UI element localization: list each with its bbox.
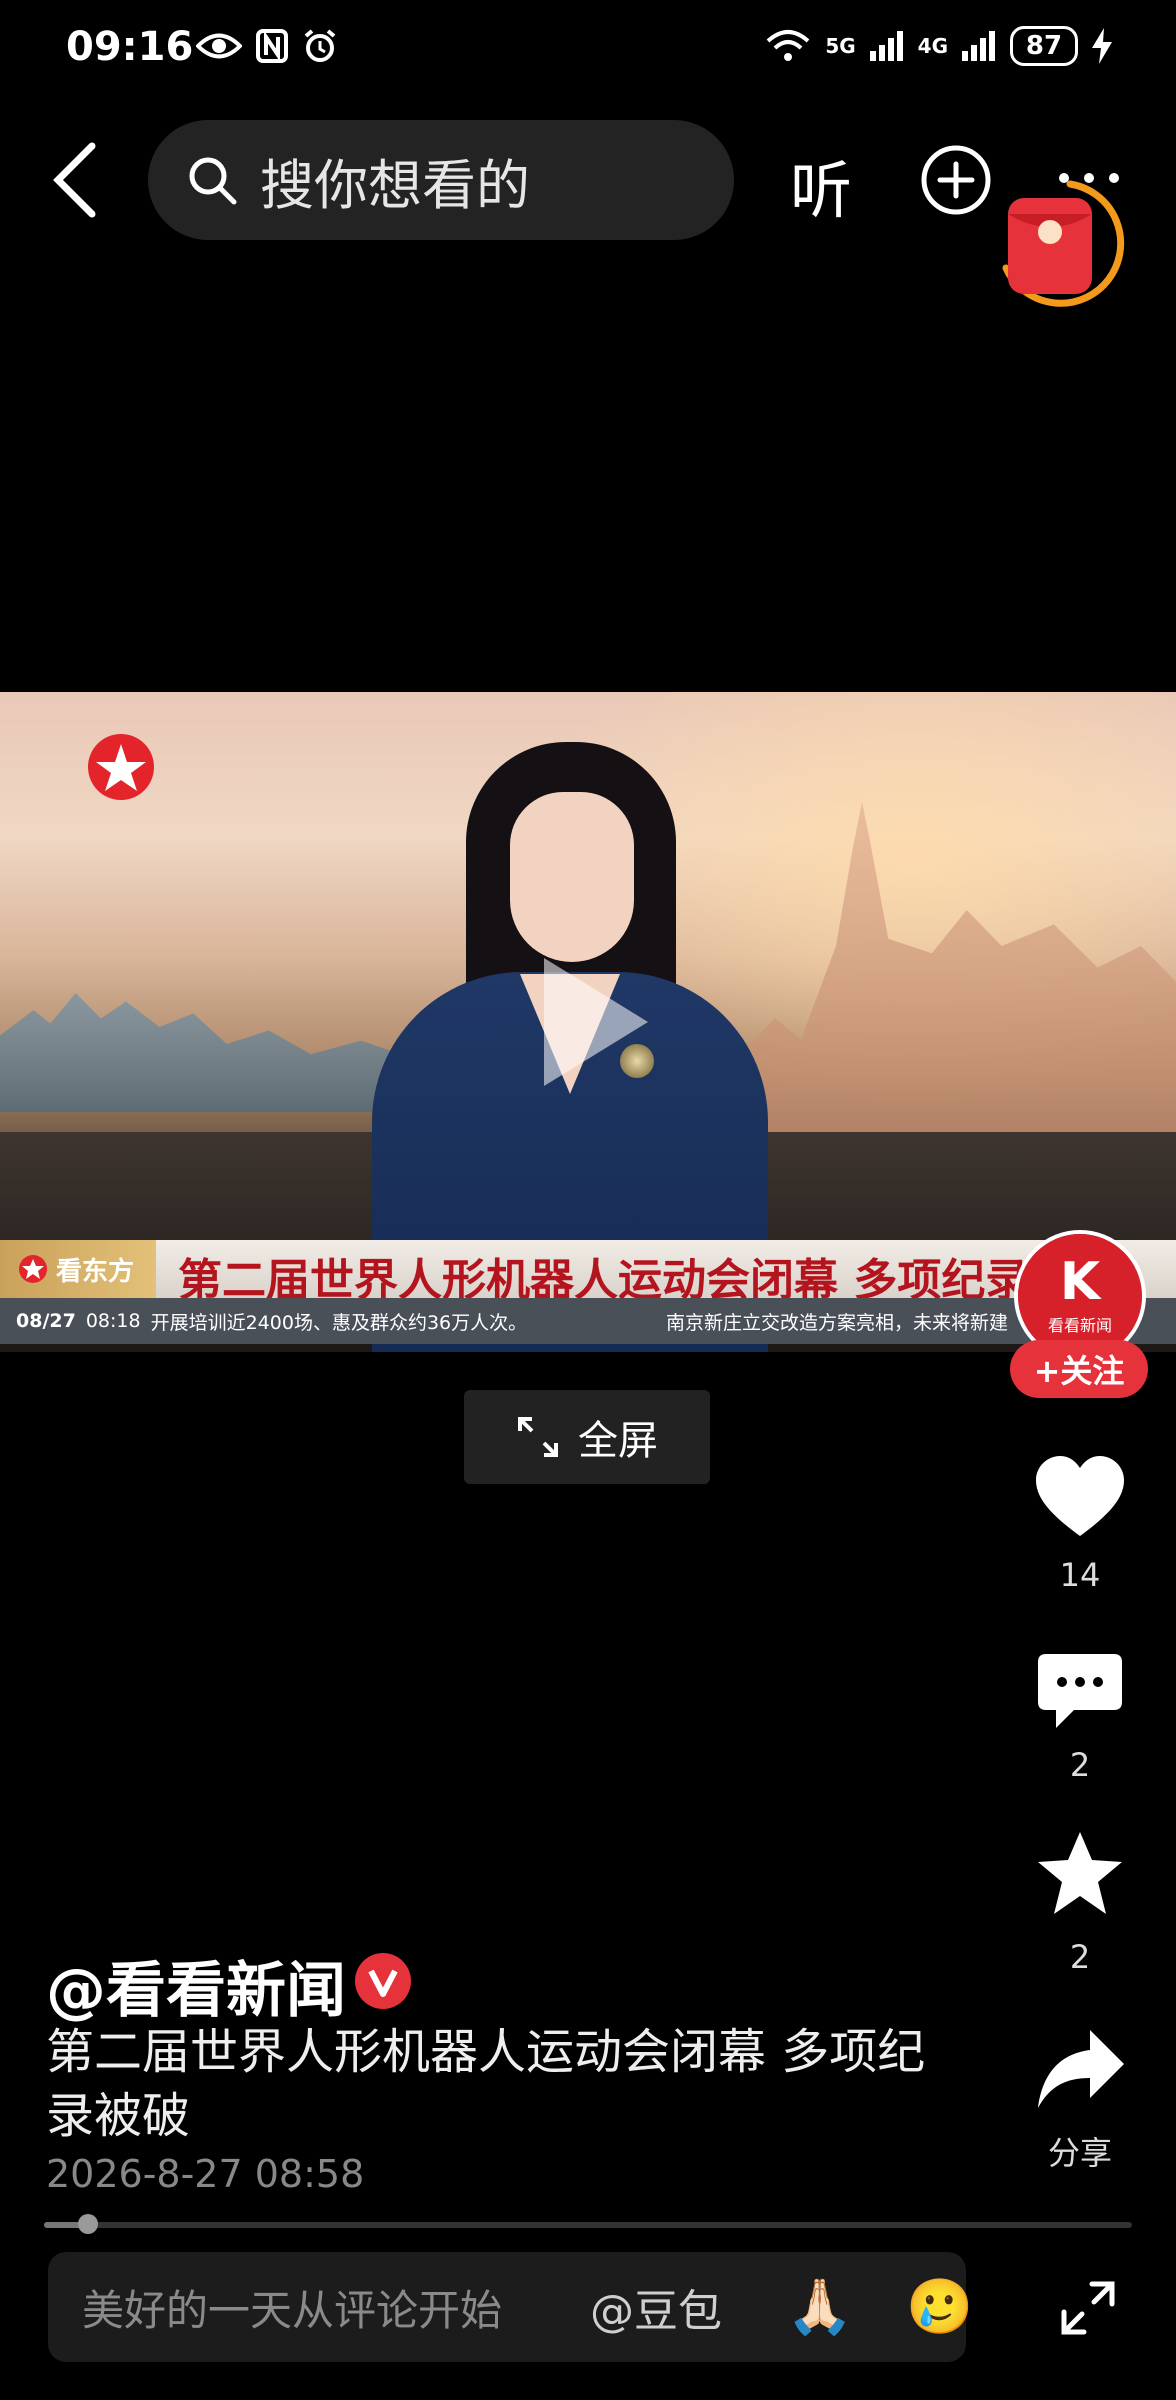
- eye-icon: [196, 33, 242, 59]
- expand-comment-button[interactable]: [1058, 2278, 1118, 2338]
- search-input[interactable]: 搜你想看的: [148, 120, 734, 240]
- video-player[interactable]: 看东方 第二届世界人形机器人运动会闭幕 多项纪录被破 08/27 08:18 开…: [0, 692, 1176, 1352]
- favorite-star-icon[interactable]: [1034, 1828, 1126, 1920]
- ticker-date: 08/27: [16, 1310, 76, 1332]
- emoji-pray-button[interactable]: 🙏🏻: [786, 2275, 853, 2339]
- signal-icon: [869, 31, 903, 61]
- emoji-tear-button[interactable]: 🥲: [906, 2275, 973, 2339]
- comment-icon[interactable]: [1034, 1650, 1126, 1734]
- progress-track[interactable]: [44, 2222, 1132, 2228]
- channel-badge-icon: [19, 1255, 47, 1283]
- favorite-count: 2: [1069, 1938, 1091, 1976]
- video-skyline-left: [0, 993, 420, 1112]
- network-4g-label: 4G: [917, 34, 948, 58]
- share-icon[interactable]: [1034, 2024, 1126, 2114]
- wifi-icon: [766, 30, 810, 61]
- anchor-face: [510, 792, 634, 962]
- search-placeholder: 搜你想看的: [260, 153, 530, 217]
- channel-logo-icon: [88, 734, 154, 800]
- avatar-name: 看看新闻: [1047, 1316, 1112, 1335]
- ticker-text-left: 开展培训近2400场、惠及群众约36万人次。: [150, 1311, 528, 1334]
- battery-indicator: 87: [1010, 26, 1078, 66]
- add-button[interactable]: [920, 144, 992, 216]
- share-label[interactable]: 分享: [1034, 2128, 1126, 2174]
- nfc-icon: [256, 29, 288, 63]
- author-name[interactable]: @看看新闻: [46, 1942, 346, 2029]
- play-icon[interactable]: [534, 952, 654, 1092]
- news-ticker: 08/27 08:18 开展培训近2400场、惠及群众约36万人次。 南京新庄立…: [0, 1298, 1176, 1344]
- comment-placeholder: 美好的一天从评论开始: [82, 2285, 503, 2335]
- mention-doubao-button[interactable]: @豆包: [590, 2275, 722, 2339]
- avatar-logo-icon: K: [1059, 1252, 1101, 1312]
- red-packet-icon[interactable]: [1000, 178, 1130, 308]
- comment-count: 2: [1069, 1746, 1091, 1784]
- channel-badge-label: 看东方: [56, 1256, 135, 1287]
- network-5g-label: 5G: [825, 34, 856, 58]
- expand-icon: [518, 1417, 558, 1457]
- ticker-time: 08:18: [85, 1310, 141, 1332]
- status-time: 09:16: [66, 24, 194, 70]
- listen-button[interactable]: 听: [790, 140, 852, 230]
- post-time: 2026-8-27 08:58: [46, 2152, 365, 2196]
- progress-handle[interactable]: [77, 2214, 98, 2234]
- fullscreen-label: 全屏: [578, 1418, 658, 1464]
- ticker-text-right: 南京新庄立交改造方案亮相，未来将新建: [666, 1311, 1009, 1334]
- comment-input[interactable]: 美好的一天从评论开始 @豆包 🙏🏻 🥲: [48, 2252, 973, 2362]
- channel-badge: 看东方: [0, 1240, 156, 1298]
- alarm-icon: [304, 29, 336, 62]
- charging-icon: [1092, 28, 1112, 64]
- like-count: 14: [1059, 1556, 1101, 1594]
- status-right-icons: 5G 4G 87: [765, 26, 1112, 66]
- post-title: 第二届世界人形机器人运动会闭幕 多项纪录被破: [46, 2024, 926, 2144]
- follow-button[interactable]: +关注: [1010, 1340, 1148, 1398]
- signal-icon-2: [962, 31, 995, 61]
- back-button[interactable]: [48, 140, 104, 220]
- status-left-icons: [196, 28, 338, 64]
- like-icon[interactable]: [1034, 1454, 1126, 1540]
- fullscreen-button[interactable]: 全屏: [464, 1390, 710, 1484]
- verified-badge-icon: [355, 1953, 411, 2009]
- search-icon: [189, 157, 237, 205]
